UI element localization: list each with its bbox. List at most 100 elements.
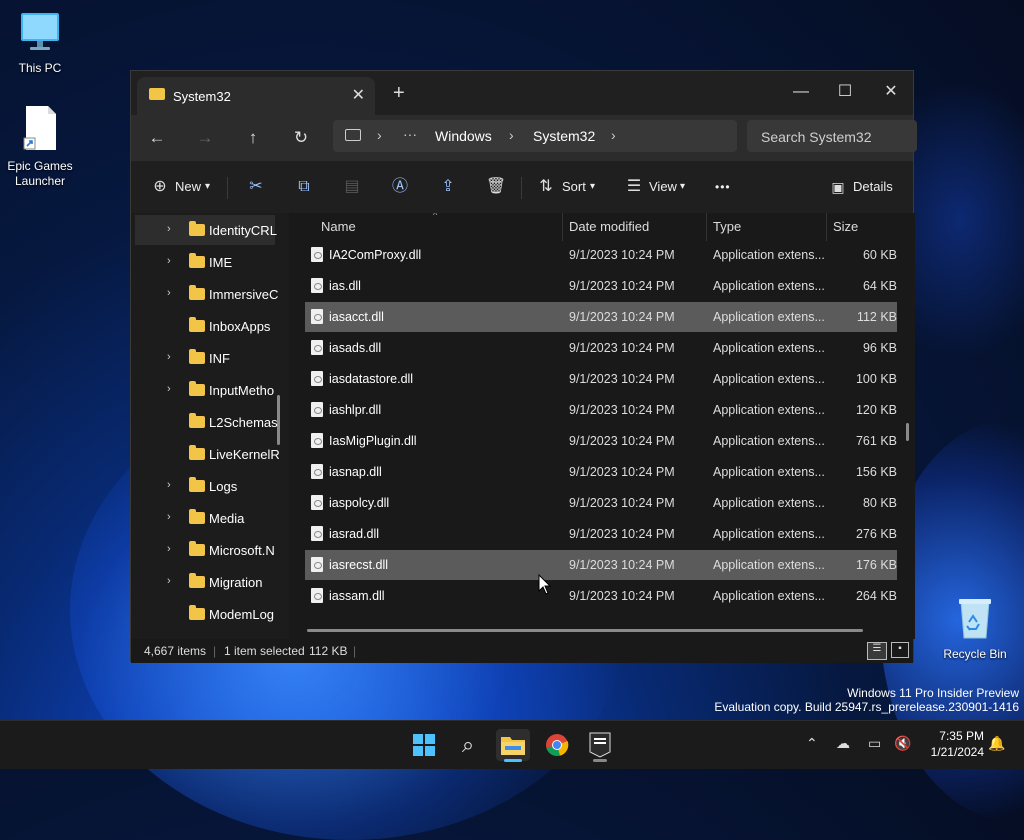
- recycle-bin-icon: [959, 599, 991, 639]
- nav-item[interactable]: › ImmersiveC: [131, 279, 281, 309]
- back-arrow-icon[interactable]: ←: [142, 125, 172, 151]
- watermark-line: Evaluation copy. Build 25947.rs_prerelea…: [714, 700, 1019, 714]
- taskbar-epic-games[interactable]: [583, 729, 617, 762]
- table-row[interactable]: IasMigPlugin.dll 9/1/2023 10:24 PM Applica…: [305, 426, 897, 456]
- table-row[interactable]: iaspolcy.dll 9/1/2023 10:24 PM Application…: [305, 488, 897, 518]
- nav-item[interactable]: › Logs: [131, 471, 281, 501]
- nav-item[interactable]: › Migration: [131, 567, 281, 597]
- search-box[interactable]: [747, 120, 923, 154]
- search-icon[interactable]: ⌕: [451, 729, 485, 761]
- table-row[interactable]: iashlpr.dll 9/1/2023 10:24 PM Application …: [305, 395, 897, 425]
- nav-item[interactable]: › Microsoft.N: [131, 535, 281, 565]
- more-path-icon[interactable]: ···: [403, 126, 417, 142]
- nav-item[interactable]: › INF: [131, 343, 281, 373]
- table-row[interactable]: iasnap.dll 9/1/2023 10:24 PM Application e…: [305, 457, 897, 487]
- chevron-right-icon[interactable]: ›: [509, 127, 514, 143]
- nav-item[interactable]: L2Schemas: [131, 407, 281, 437]
- refresh-icon[interactable]: ↻: [286, 125, 316, 151]
- nav-item[interactable]: ModemLog: [131, 599, 281, 629]
- chevron-right-icon[interactable]: ›: [167, 287, 171, 299]
- nav-item-label: InboxApps: [209, 319, 271, 334]
- chevron-right-icon[interactable]: ›: [167, 383, 171, 395]
- table-row[interactable]: iasrad.dll 9/1/2023 10:24 PM Application e…: [305, 519, 897, 549]
- file-size: 64 KB: [862, 279, 897, 293]
- tab-system32[interactable]: System32 ✕: [137, 77, 375, 115]
- column-divider[interactable]: [826, 213, 827, 241]
- chevron-right-icon[interactable]: ›: [377, 127, 382, 143]
- chevron-right-icon[interactable]: ›: [167, 479, 171, 491]
- table-row[interactable]: iasrecst.dll 9/1/2023 10:24 PM Application…: [305, 550, 897, 580]
- up-arrow-icon[interactable]: ↑: [238, 125, 268, 151]
- nav-item[interactable]: › InputMetho: [131, 375, 281, 405]
- chevron-right-icon[interactable]: ›: [167, 223, 171, 235]
- table-row[interactable]: IA2ComProxy.dll 9/1/2023 10:24 PM Applicat…: [305, 240, 897, 270]
- desktop-icon-recycle-bin[interactable]: Recycle Bin: [935, 596, 1015, 662]
- close-window-icon[interactable]: ✕: [869, 77, 913, 107]
- forward-arrow-icon[interactable]: →: [190, 125, 220, 151]
- desktop-icon-epic-games[interactable]: Epic Games Launcher: [0, 104, 80, 189]
- chevron-right-icon[interactable]: ›: [167, 351, 171, 363]
- column-header-date[interactable]: Date modified: [569, 213, 649, 241]
- file-name: iasnap.dll: [329, 465, 382, 479]
- column-divider[interactable]: [706, 213, 707, 241]
- chevron-right-icon[interactable]: ›: [611, 127, 616, 143]
- horizontal-scrollbar-thumb[interactable]: [307, 629, 863, 632]
- document-shortcut-icon: [23, 106, 56, 150]
- start-button[interactable]: [407, 729, 441, 761]
- chevron-right-icon[interactable]: ›: [167, 255, 171, 267]
- copy-icon[interactable]: ⧉: [291, 175, 317, 199]
- cut-icon[interactable]: ✂: [243, 175, 269, 199]
- details-button[interactable]: Details: [853, 175, 893, 199]
- network-icon[interactable]: ▭: [868, 735, 881, 752]
- view-button[interactable]: View: [649, 175, 677, 199]
- system-clock[interactable]: 7:35 PM 1/21/2024: [931, 728, 984, 760]
- chevron-right-icon[interactable]: ›: [167, 575, 171, 587]
- vertical-scrollbar-thumb[interactable]: [906, 423, 909, 441]
- nav-item[interactable]: › IME: [131, 247, 281, 277]
- file-date: 9/1/2023 10:24 PM: [569, 434, 675, 448]
- details-view-icon[interactable]: ☰: [867, 642, 887, 660]
- tiles-view-icon[interactable]: ▪: [891, 642, 909, 658]
- minimize-icon[interactable]: —: [779, 77, 823, 107]
- new-tab-icon[interactable]: +: [393, 82, 405, 105]
- breadcrumb[interactable]: › ··· Windows › System32 ›: [333, 120, 737, 152]
- taskbar-file-explorer[interactable]: [496, 729, 530, 762]
- show-hidden-icons-chevron-icon[interactable]: ⌃: [806, 735, 818, 752]
- search-input[interactable]: [747, 120, 923, 154]
- table-row[interactable]: iasacct.dll 9/1/2023 10:24 PM Application …: [305, 302, 897, 332]
- breadcrumb-system32[interactable]: System32: [533, 128, 595, 144]
- table-row[interactable]: iasdatastore.dll 9/1/2023 10:24 PM Applica…: [305, 364, 897, 394]
- paste-icon[interactable]: ▤: [339, 175, 365, 199]
- breadcrumb-windows[interactable]: Windows: [435, 128, 492, 144]
- status-divider: |: [213, 644, 217, 658]
- file-name: iasacct.dll: [329, 310, 384, 324]
- table-row[interactable]: iassam.dll 9/1/2023 10:24 PM Application e…: [305, 581, 897, 611]
- column-divider[interactable]: [562, 213, 563, 241]
- column-header-name[interactable]: Name: [321, 213, 356, 241]
- share-icon[interactable]: ⇪: [435, 175, 461, 199]
- command-bar: ⊕ New ▾ ✂ ⧉ ▤ Ⓐ ⇪ 🗑 ⇅ Sort ▾ ☰ View ▾ ••…: [131, 161, 913, 214]
- table-row[interactable]: ias.dll 9/1/2023 10:24 PM Application exte…: [305, 271, 897, 301]
- taskbar-chrome[interactable]: [540, 729, 574, 761]
- close-tab-icon[interactable]: ✕: [352, 85, 365, 105]
- chevron-right-icon[interactable]: ›: [167, 511, 171, 523]
- table-row[interactable]: iasads.dll 9/1/2023 10:24 PM Application e…: [305, 333, 897, 363]
- chevron-right-icon[interactable]: ›: [167, 543, 171, 555]
- onedrive-cloud-icon[interactable]: ☁: [836, 735, 850, 752]
- rename-icon[interactable]: Ⓐ: [387, 175, 413, 199]
- volume-muted-icon[interactable]: 🔇: [894, 735, 911, 752]
- maximize-icon[interactable]: ☐: [823, 77, 867, 107]
- desktop-icon-this-pc[interactable]: This PC: [0, 10, 80, 76]
- sort-button[interactable]: Sort: [562, 175, 586, 199]
- more-options-button[interactable]: •••: [715, 175, 731, 199]
- new-button[interactable]: New: [175, 175, 201, 199]
- folder-icon: [189, 221, 205, 236]
- nav-item[interactable]: › IdentityCRL: [135, 215, 277, 245]
- column-header-size[interactable]: Size: [833, 213, 858, 241]
- nav-item[interactable]: › Media: [131, 503, 281, 533]
- nav-item[interactable]: InboxApps: [131, 311, 281, 341]
- delete-icon[interactable]: 🗑: [483, 175, 509, 199]
- column-header-type[interactable]: Type: [713, 213, 741, 241]
- notification-bell-icon[interactable]: 🔔: [988, 735, 1005, 752]
- nav-item[interactable]: LiveKernelR: [131, 439, 281, 469]
